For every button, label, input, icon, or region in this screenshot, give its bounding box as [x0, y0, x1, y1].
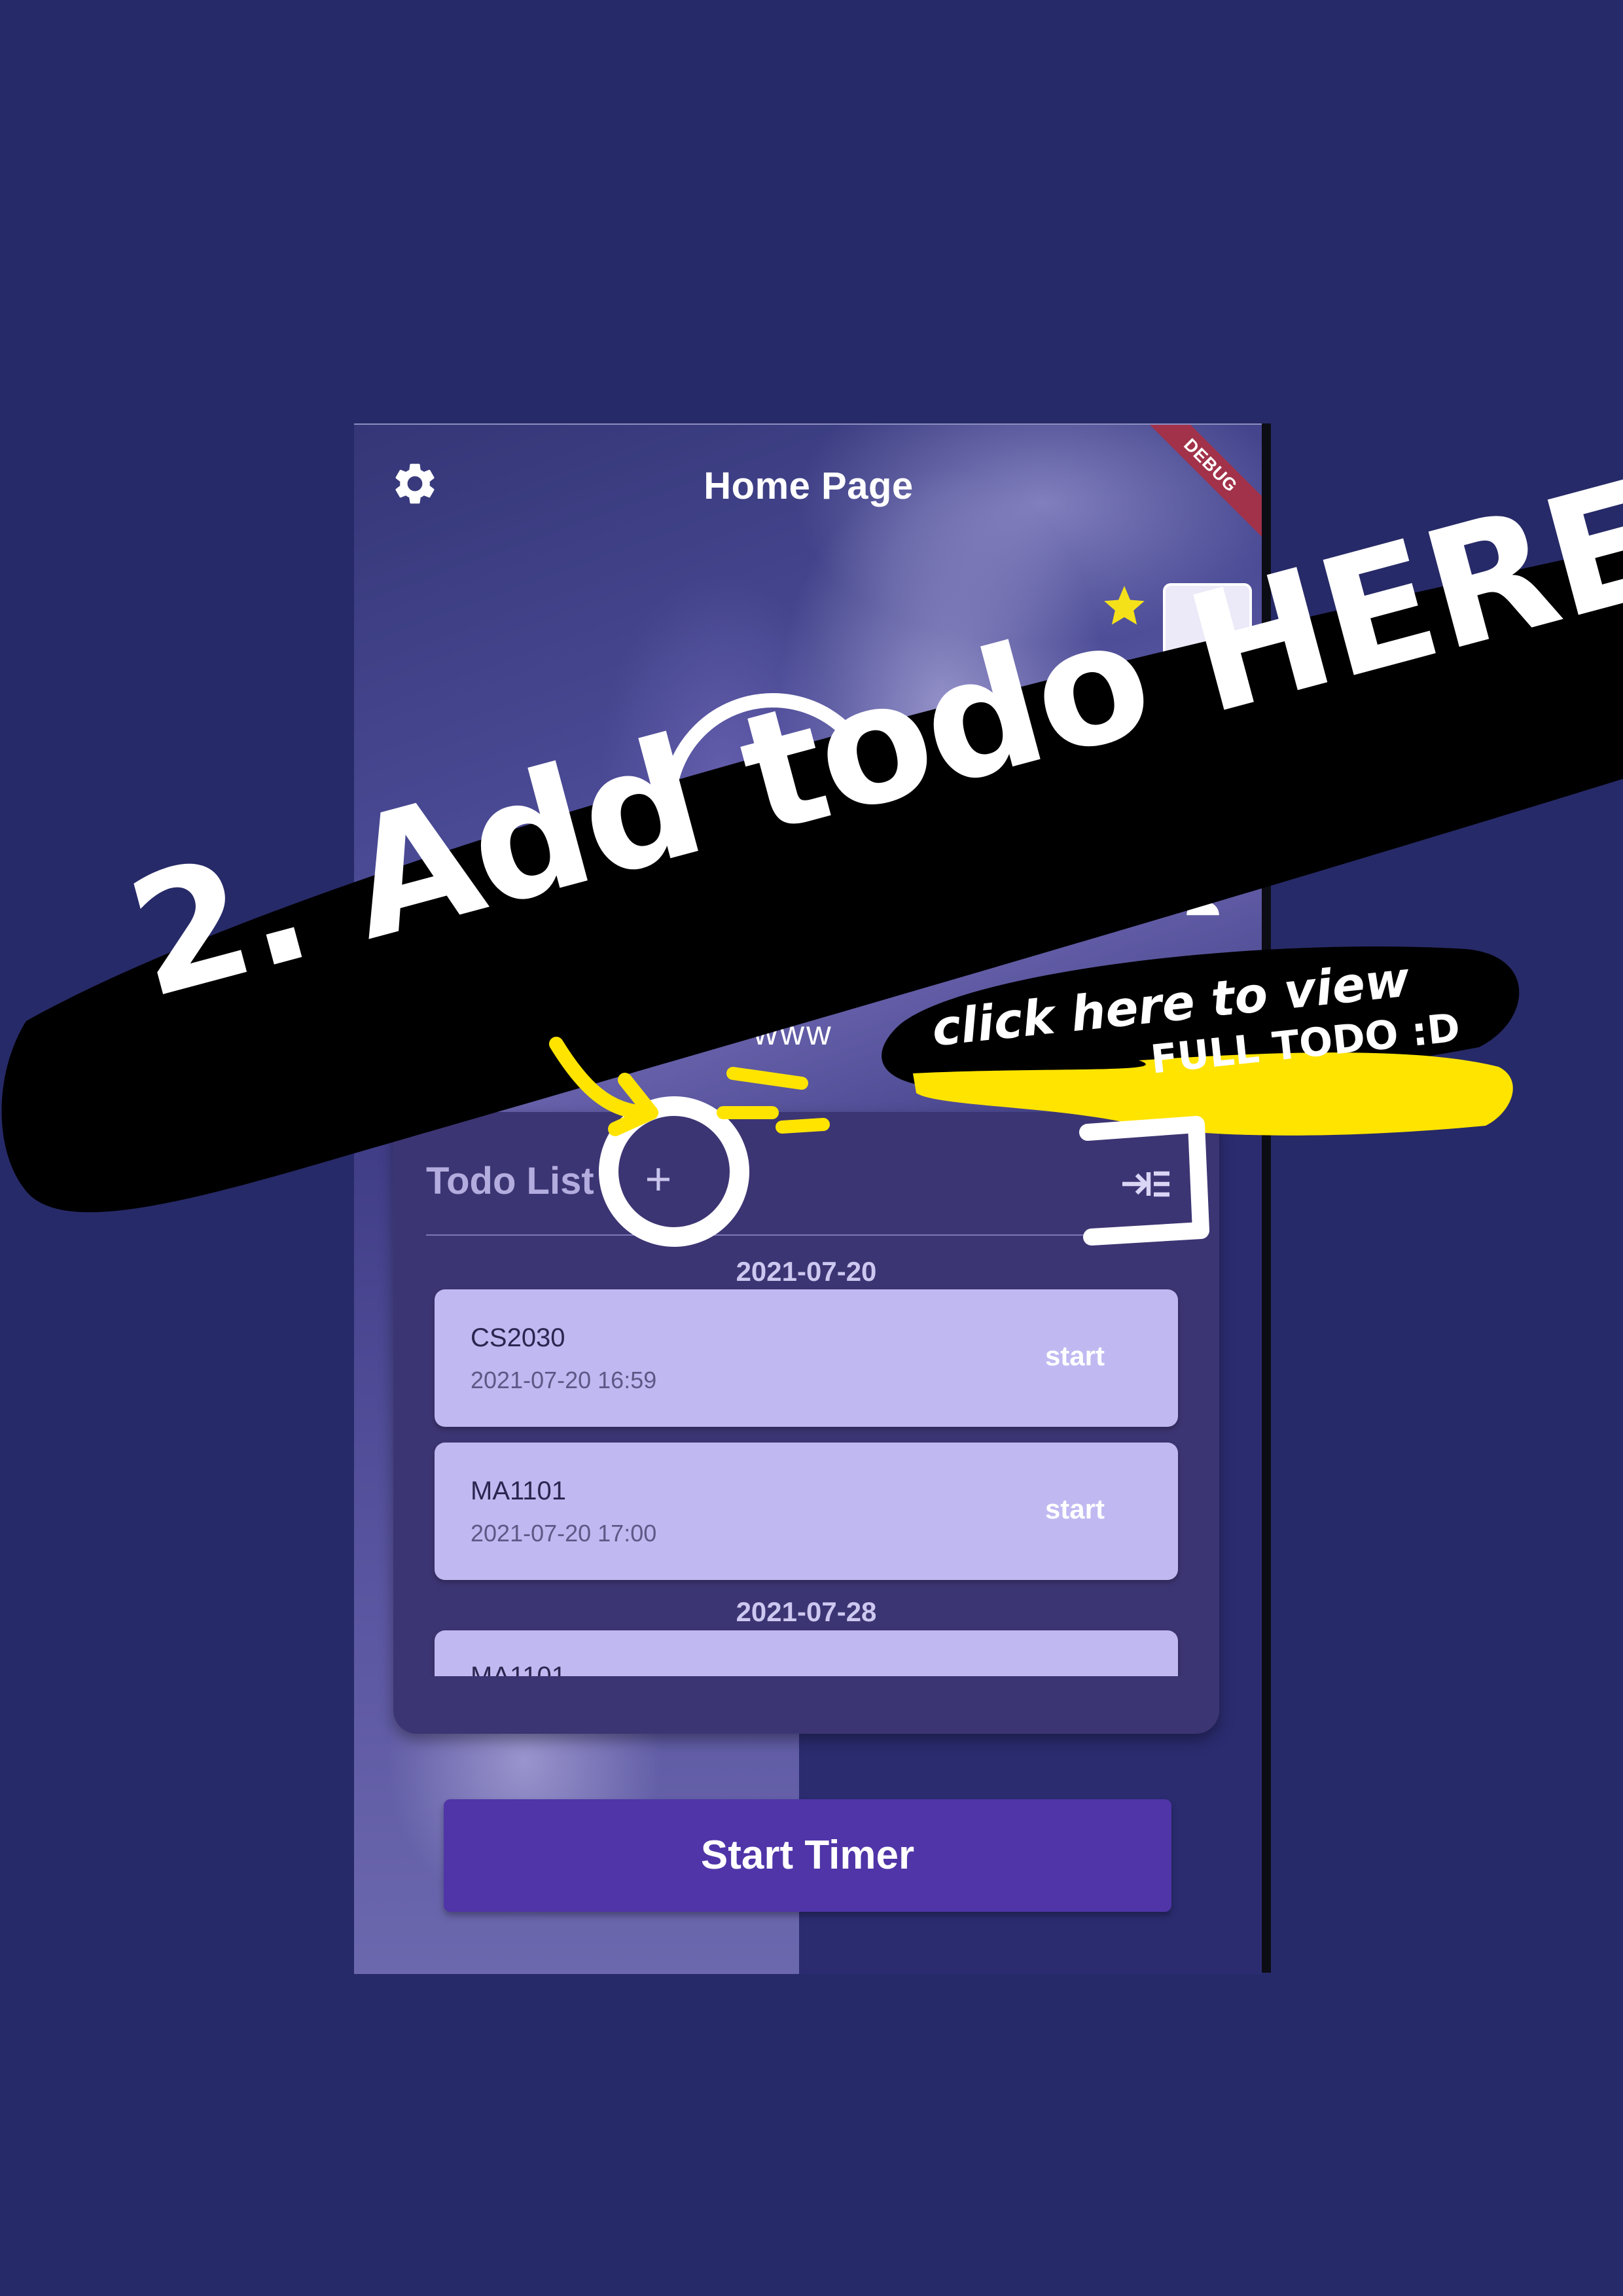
todo-item-time: 2021-07-20 16:59 — [471, 1367, 657, 1393]
todo-item[interactable]: MA1101 2021-07-20 17:00 start — [435, 1443, 1178, 1580]
start-timer-button[interactable]: Start Timer — [444, 1799, 1171, 1912]
expand-list-icon[interactable] — [1120, 1166, 1172, 1202]
website-label: www — [753, 1014, 833, 1052]
add-icon[interactable]: + — [632, 1153, 685, 1205]
divider — [426, 1234, 1186, 1236]
todo-item[interactable]: MA1101 — [435, 1630, 1178, 1676]
todo-item-name: MA1101 — [471, 1477, 567, 1505]
page-title: Home Page — [704, 465, 914, 507]
todo-list-panel: Todo List + 2021-07-20 CS2030 2021-07-20… — [393, 1112, 1219, 1734]
date-header: 2021-07-20 — [736, 1256, 877, 1287]
start-button[interactable]: start — [1045, 1494, 1105, 1525]
todo-list-title: Todo List — [426, 1160, 594, 1202]
todo-item-time: 2021-07-20 17:00 — [471, 1520, 657, 1547]
todo-list[interactable]: 2021-07-20 CS2030 2021-07-20 16:59 start… — [393, 1236, 1219, 1676]
todo-item-name: MA1101 — [471, 1662, 567, 1676]
todo-item-name: CS2030 — [471, 1323, 565, 1352]
start-button[interactable]: start — [1045, 1340, 1105, 1372]
date-header: 2021-07-28 — [736, 1596, 877, 1627]
todo-item[interactable]: CS2030 2021-07-20 16:59 start — [435, 1289, 1178, 1427]
person-icon[interactable] — [1180, 875, 1226, 921]
